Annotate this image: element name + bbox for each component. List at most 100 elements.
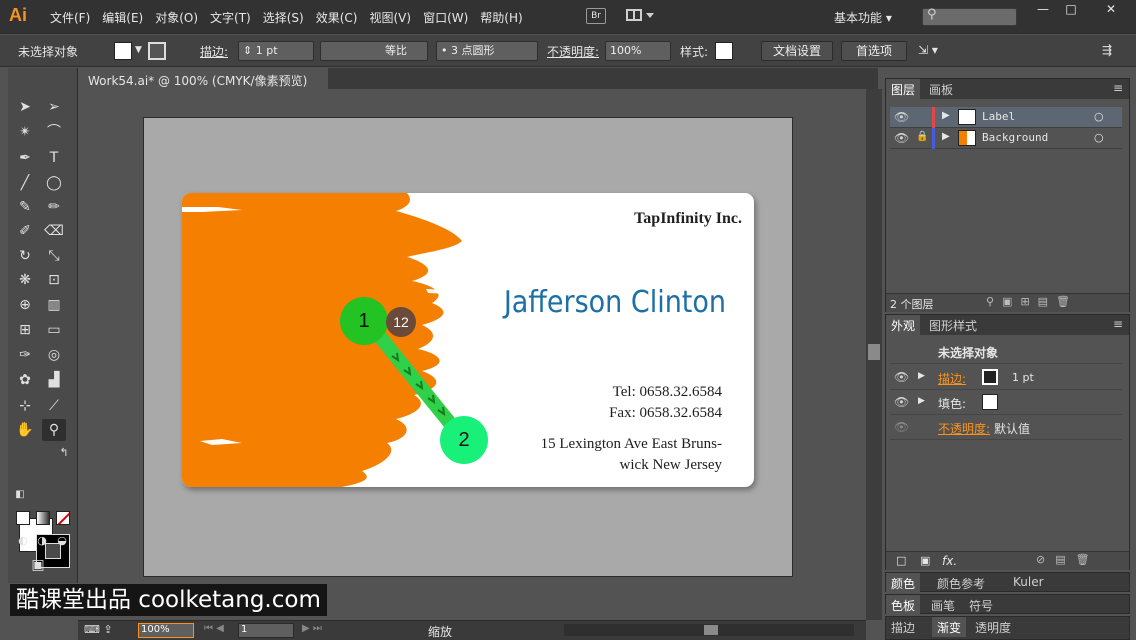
graph-tool-icon[interactable]: ▟ [42,369,66,391]
scrollbar-thumb[interactable] [868,344,880,360]
direct-selection-tool-icon[interactable]: ➢ [42,96,66,118]
blob-brush-icon[interactable]: ✐ [13,220,37,242]
fill-swatch[interactable] [982,394,998,410]
scale-tool-icon[interactable]: ⤡ [42,245,66,267]
add-stroke-icon[interactable]: □ [896,554,906,567]
arrange-documents-icon[interactable] [626,8,654,24]
stroke-profile-select[interactable]: 等比 [320,41,428,61]
tab-kuler[interactable]: Kuler [1008,573,1049,593]
tab-swatches[interactable]: 色板 [886,595,921,615]
expand-arrow-icon[interactable]: ▶ [918,371,925,381]
add-effect-icon[interactable]: fx. [942,554,957,568]
add-fill-icon[interactable]: ▣ [920,554,930,567]
artboard-tool-icon[interactable]: ⊹ [13,395,37,417]
bridge-button[interactable]: Br [586,8,606,24]
close-button[interactable]: ✕ [1096,2,1126,20]
opacity-label[interactable]: 不透明度: [547,43,599,60]
search-input[interactable]: ⚲ [922,7,1017,26]
selection-tool-icon[interactable]: ➤ [13,96,37,118]
blend-tool-icon[interactable]: ◎ [42,344,66,366]
menu-help[interactable]: 帮助(H) [480,9,522,26]
menu-select[interactable]: 选择(S) [263,9,304,26]
layer-name[interactable]: Background [982,131,1048,144]
lock-icon[interactable]: 🔒 [916,131,928,142]
appearance-opacity-label[interactable]: 不透明度: [938,420,990,437]
type-tool-icon[interactable]: T [42,147,66,169]
mesh-tool-icon[interactable]: ⊞ [13,319,37,341]
tab-graphic-styles[interactable]: 图形样式 [924,315,982,335]
visibility-eye-icon[interactable]: 👁 [894,370,909,384]
perspective-grid-icon[interactable]: ▥ [42,294,66,316]
tab-stroke[interactable]: 描边 [886,617,920,637]
layer-actions-icons[interactable]: ⚲▣⊞▤🗑 [986,295,1078,308]
panel-menu-icon[interactable]: ≡ [1108,315,1128,335]
vertical-scrollbar[interactable] [866,89,882,620]
draw-inside-icon[interactable]: ◒ [50,530,74,552]
document-tab[interactable]: Work54.ai* @ 100% (CMYK/像素预览) ✕ [78,68,328,103]
tab-symbols[interactable]: 符号 [964,595,998,615]
tab-gradient[interactable]: 渐变 [932,617,967,637]
screen-mode-icon[interactable]: ▣ [26,554,50,576]
tab-layers[interactable]: 图层 [886,79,921,99]
maximize-button[interactable]: □ [1058,2,1084,20]
expand-arrow-icon[interactable]: ▶ [942,110,950,121]
stroke-swatch[interactable] [148,42,166,60]
style-swatch[interactable] [715,42,733,60]
appearance-fill-row[interactable]: 👁 ▶ 填色: [890,390,1122,415]
tab-color[interactable]: 颜色 [886,573,921,593]
layer-row-label[interactable]: 👁 ▶ Label ○ [890,107,1122,128]
visibility-eye-icon[interactable]: 👁 [894,110,909,124]
zoom-field[interactable]: 100% [138,623,194,638]
none-mode-icon[interactable] [56,511,70,525]
appearance-stroke-row[interactable]: 👁 ▶ 描边: 1 pt [890,365,1122,390]
hand-tool-icon[interactable]: ✋ [13,419,37,441]
menu-object[interactable]: 对象(O) [155,9,198,26]
layer-row-background[interactable]: 👁 🔒 ▶ Background ○ [890,128,1122,149]
appearance-actions-icons[interactable]: ⊘▤🗑 [1036,553,1100,566]
target-icon[interactable]: ○ [1094,110,1104,123]
target-icon[interactable]: ○ [1094,131,1104,144]
default-colors-icon[interactable]: ◧ [8,484,32,506]
menu-edit[interactable]: 编辑(E) [102,9,143,26]
swap-colors-icon[interactable]: ↰ [52,442,76,464]
page-nav-next-icon[interactable]: ▶ ⏭ [302,623,322,634]
chevron-down-icon[interactable]: ▼ [135,45,142,55]
horizontal-scrollbar[interactable] [564,624,854,636]
visibility-eye-icon[interactable]: 👁 [894,395,909,409]
free-transform-icon[interactable]: ⊡ [42,269,66,291]
tab-artboards[interactable]: 画板 [924,79,958,99]
gradient-tool-icon[interactable]: ▭ [42,319,66,341]
tab-transparency[interactable]: 透明度 [970,617,1016,637]
workspace-switcher[interactable]: 基本功能 ▾ [834,9,892,26]
pencil-tool-icon[interactable]: ✏ [42,196,66,218]
tab-appearance[interactable]: 外观 [886,315,921,335]
menu-effect[interactable]: 效果(C) [316,9,358,26]
expand-arrow-icon[interactable]: ▶ [918,396,925,406]
paintbrush-tool-icon[interactable]: ✎ [13,196,37,218]
fill-swatch[interactable] [114,42,132,60]
stroke-label[interactable]: 描边: [200,43,228,60]
preferences-button[interactable]: 首选项 [841,41,907,61]
gradient-mode-icon[interactable] [36,511,50,525]
page-nav-prev-icon[interactable]: ⏮ ◀ [204,623,224,634]
menu-file[interactable]: 文件(F) [50,9,90,26]
h-scrollbar-thumb[interactable] [704,625,718,635]
ellipse-tool-icon[interactable]: ◯ [42,172,66,194]
brush-select[interactable]: • 3 点圆形 [436,41,538,61]
stroke-weight-field[interactable]: ⇕ 1 pt [238,41,314,61]
menu-type[interactable]: 文字(T) [210,9,251,26]
tab-brushes[interactable]: 画笔 [926,595,960,615]
expand-arrow-icon[interactable]: ▶ [942,131,950,142]
line-tool-icon[interactable]: ╱ [13,172,37,194]
visibility-eye-icon[interactable]: 👁 [894,420,909,434]
eyedropper-icon[interactable]: ✑ [13,344,37,366]
menu-window[interactable]: 窗口(W) [423,9,468,26]
align-icon[interactable]: ⇲ ▾ [918,43,938,57]
panel-menu-icon[interactable]: ⇶ [1102,43,1112,57]
opacity-field[interactable]: 100% [605,41,671,61]
shape-builder-icon[interactable]: ⊕ [13,294,37,316]
lasso-tool-icon[interactable]: ⌒ [42,121,66,143]
warp-tool-icon[interactable]: ❋ [13,269,37,291]
tab-color-guide[interactable]: 颜色参考 [932,573,990,593]
menu-view[interactable]: 视图(V) [369,9,411,26]
